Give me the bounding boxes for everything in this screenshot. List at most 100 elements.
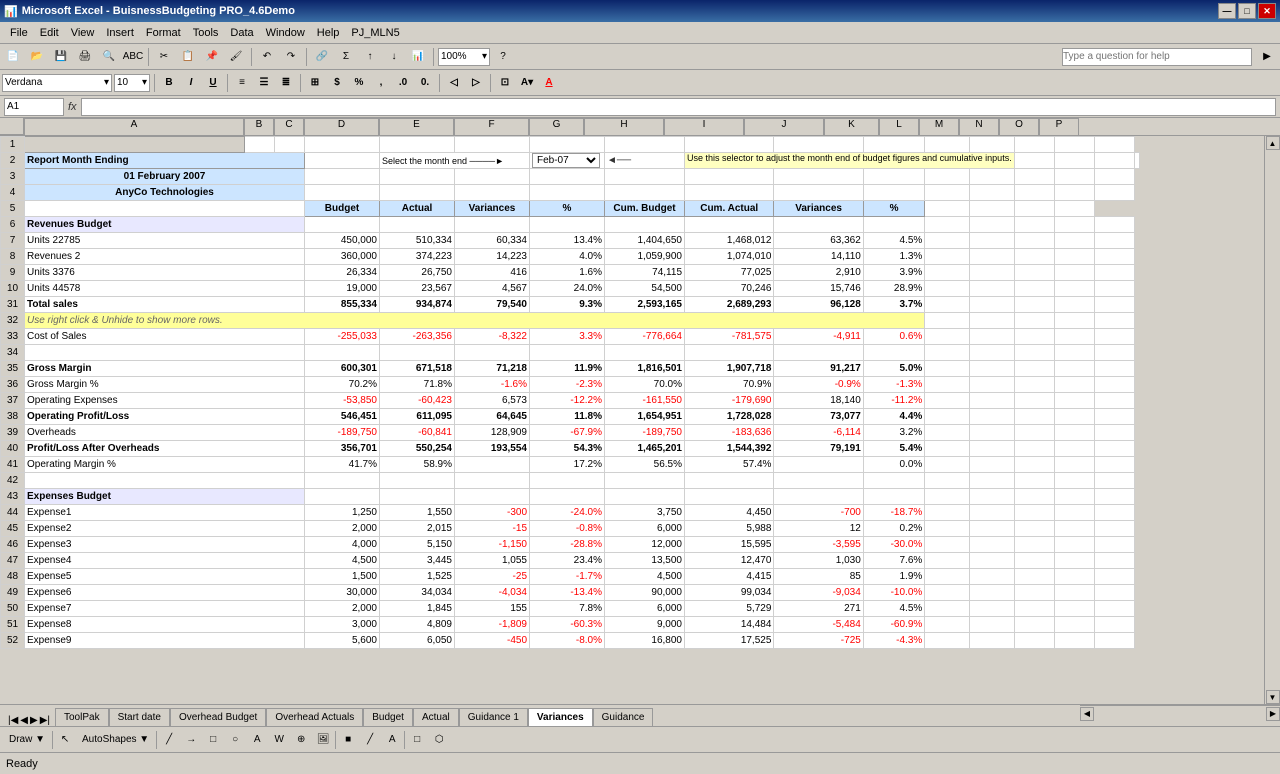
table-cell[interactable]	[863, 217, 924, 233]
table-cell[interactable]	[1054, 329, 1094, 345]
table-cell[interactable]: 11.8%	[530, 409, 605, 425]
table-cell[interactable]: 30,000	[305, 585, 380, 601]
table-cell[interactable]	[1054, 265, 1094, 281]
table-cell[interactable]: 550,254	[380, 441, 455, 457]
align-center[interactable]: ☰	[254, 74, 274, 92]
table-cell[interactable]	[863, 137, 924, 153]
table-cell[interactable]	[380, 345, 455, 361]
table-cell[interactable]: 2,910	[774, 265, 863, 281]
cut-button[interactable]: ✂	[153, 47, 175, 67]
table-cell[interactable]: Use this selector to adjust the month en…	[685, 153, 1015, 169]
table-cell[interactable]	[925, 553, 970, 569]
table-cell[interactable]: 2,000	[305, 521, 380, 537]
table-cell[interactable]	[969, 569, 1014, 585]
zoom-dropdown-icon[interactable]: ▾	[482, 51, 487, 62]
autoshapes-button[interactable]: AutoShapes ▼	[77, 731, 154, 748]
table-cell[interactable]: Select the month end ────►	[380, 153, 530, 169]
table-cell[interactable]: 1.9%	[863, 569, 924, 585]
table-cell[interactable]	[969, 457, 1014, 473]
table-cell[interactable]	[1094, 601, 1134, 617]
currency-format[interactable]: $	[327, 74, 347, 92]
table-cell[interactable]: Operating Margin %	[25, 457, 305, 473]
table-cell[interactable]	[1054, 441, 1094, 457]
table-cell[interactable]: -60,841	[380, 425, 455, 441]
table-cell[interactable]	[1054, 153, 1094, 169]
table-cell[interactable]: 600,301	[305, 361, 380, 377]
table-cell[interactable]	[305, 489, 380, 505]
table-cell[interactable]: Cum. Budget	[605, 201, 685, 217]
table-cell[interactable]: Expense2	[25, 521, 305, 537]
sort-desc[interactable]: ↓	[383, 47, 405, 67]
table-cell[interactable]	[925, 201, 970, 217]
table-cell[interactable]: 934,874	[380, 297, 455, 313]
table-cell[interactable]	[1094, 249, 1134, 265]
table-cell[interactable]	[1014, 633, 1054, 649]
table-cell[interactable]	[925, 233, 970, 249]
table-cell[interactable]: Revenues 2	[25, 249, 305, 265]
underline-button[interactable]: U	[203, 74, 223, 92]
table-cell[interactable]	[1094, 425, 1134, 441]
table-cell[interactable]	[1054, 617, 1094, 633]
table-cell[interactable]	[925, 137, 970, 153]
table-cell[interactable]: -60.9%	[863, 617, 924, 633]
font-color-button[interactable]: A	[539, 74, 559, 92]
table-cell[interactable]	[774, 345, 863, 361]
table-cell[interactable]	[925, 249, 970, 265]
table-cell[interactable]: 70,246	[685, 281, 774, 297]
table-cell[interactable]	[455, 185, 530, 201]
table-cell[interactable]	[925, 569, 970, 585]
table-cell[interactable]	[380, 169, 455, 185]
rectangle-tool[interactable]: □	[203, 731, 223, 749]
table-cell[interactable]	[1094, 569, 1134, 585]
copy-button[interactable]: 📋	[177, 47, 199, 67]
font-color-draw[interactable]: A	[382, 731, 402, 749]
sheet-tab-start-date[interactable]: Start date	[109, 708, 170, 726]
table-cell[interactable]: 1,055	[455, 553, 530, 569]
table-cell[interactable]	[1054, 505, 1094, 521]
table-cell[interactable]	[774, 137, 863, 153]
table-cell[interactable]: 2,593,165	[605, 297, 685, 313]
table-cell[interactable]: 73,077	[774, 409, 863, 425]
table-cell[interactable]	[925, 601, 970, 617]
table-cell[interactable]	[530, 137, 605, 153]
table-cell[interactable]: -60,423	[380, 393, 455, 409]
table-cell[interactable]: 34,034	[380, 585, 455, 601]
table-cell[interactable]: 5.4%	[863, 441, 924, 457]
draw-button[interactable]: Draw ▼	[4, 731, 50, 748]
table-cell[interactable]: Operating Expenses	[25, 393, 305, 409]
sheet-tab-variances[interactable]: Variances	[528, 708, 593, 726]
table-cell[interactable]: Expense7	[25, 601, 305, 617]
table-cell[interactable]	[969, 553, 1014, 569]
table-cell[interactable]: -1.6%	[455, 377, 530, 393]
scroll-right-arrow[interactable]: ▶	[1266, 707, 1280, 721]
table-cell[interactable]: 510,334	[380, 233, 455, 249]
undo-button[interactable]: ↶	[256, 47, 278, 67]
table-cell[interactable]	[1014, 233, 1054, 249]
table-cell[interactable]: 7.6%	[863, 553, 924, 569]
table-cell[interactable]: 96,128	[774, 297, 863, 313]
table-cell[interactable]: Profit/Loss After Overheads	[25, 441, 305, 457]
menu-insert[interactable]: Insert	[100, 25, 140, 41]
table-cell[interactable]	[1054, 137, 1094, 153]
decrease-indent[interactable]: ◁	[444, 74, 464, 92]
table-cell[interactable]	[969, 617, 1014, 633]
table-cell[interactable]	[455, 137, 530, 153]
save-button[interactable]: 💾	[50, 47, 72, 67]
table-cell[interactable]	[969, 185, 1014, 201]
table-cell[interactable]: AnyCo Technologies	[25, 185, 305, 201]
font-size-selector[interactable]: 10 ▾	[114, 74, 150, 92]
table-cell[interactable]	[925, 633, 970, 649]
table-cell[interactable]: 1,074,010	[685, 249, 774, 265]
table-cell[interactable]	[1094, 521, 1134, 537]
table-cell[interactable]: 1,525	[380, 569, 455, 585]
table-cell[interactable]: -781,575	[685, 329, 774, 345]
align-left[interactable]: ≡	[232, 74, 252, 92]
table-cell[interactable]	[1094, 265, 1134, 281]
table-cell[interactable]	[1094, 361, 1134, 377]
table-cell[interactable]	[925, 393, 970, 409]
table-cell[interactable]	[969, 473, 1014, 489]
table-cell[interactable]: 17,525	[685, 633, 774, 649]
table-cell[interactable]	[863, 345, 924, 361]
table-cell[interactable]	[1094, 377, 1134, 393]
table-cell[interactable]: ◄──	[605, 153, 685, 169]
